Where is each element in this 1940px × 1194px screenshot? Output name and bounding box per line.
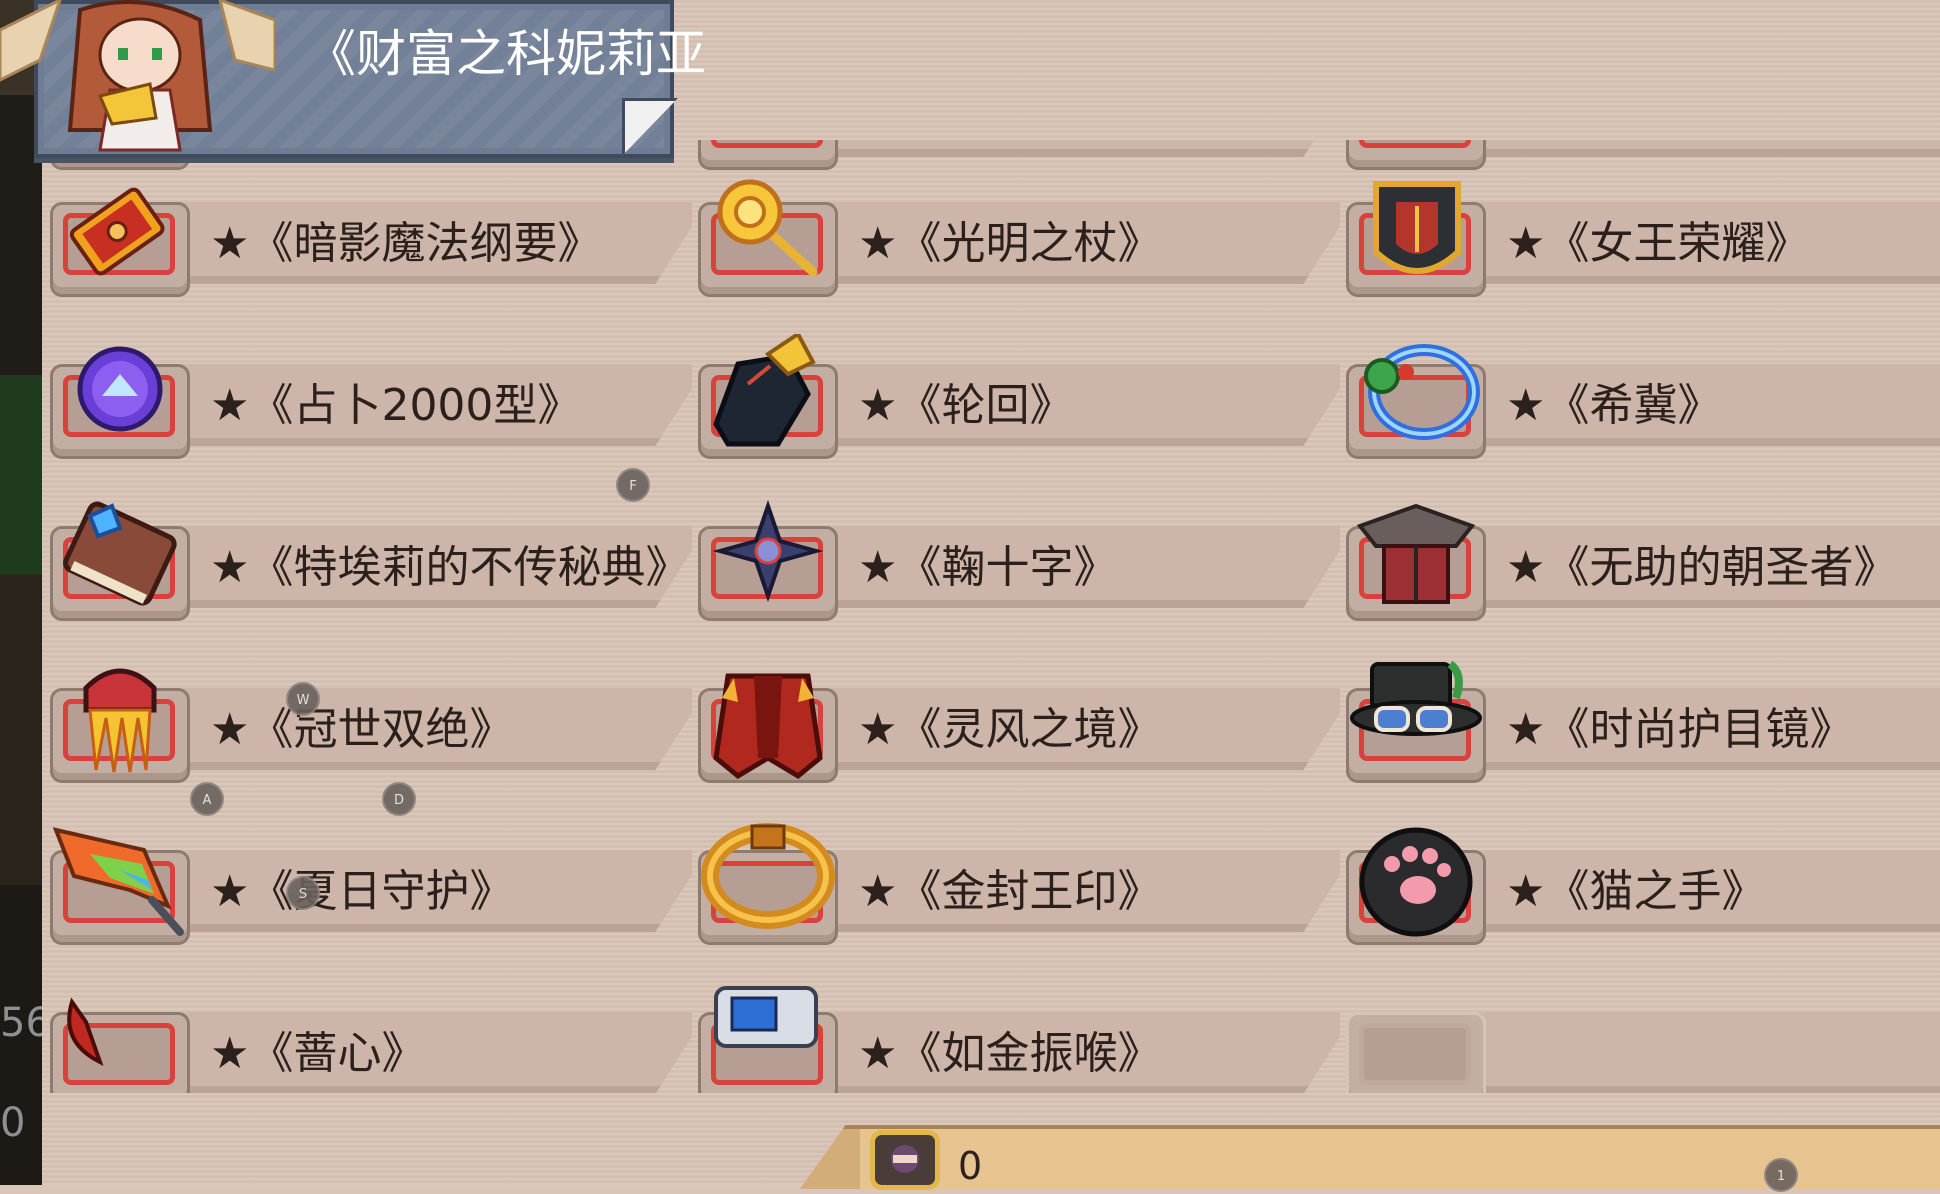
item-name: ★《暗影魔法纲要》 bbox=[210, 218, 602, 269]
item-card-rose-heart[interactable]: ★《蔷心》 bbox=[50, 982, 700, 1093]
red-scythe-icon bbox=[50, 982, 190, 1093]
slot-frame bbox=[711, 140, 823, 148]
item-row-6: ★《蔷心》 ★《如金振喉》 bbox=[42, 982, 1940, 1093]
key-hint-f: F bbox=[616, 468, 650, 502]
item-name: ★《女王荣耀》 bbox=[1506, 218, 1810, 269]
item-name: ★《灵风之境》 bbox=[858, 704, 1162, 755]
item-card-shadow-magic[interactable]: ★《暗影魔法纲要》 bbox=[50, 172, 700, 297]
item-row-4: ★《冠世双绝》 ★《灵风之境》 ★《时尚护目镜》 bbox=[42, 658, 1940, 783]
rainbow-blade-icon bbox=[50, 820, 190, 945]
item-name: ★《如金振喉》 bbox=[858, 1028, 1162, 1079]
gold-ring-icon bbox=[698, 820, 838, 945]
item-name: ★《占卜2000型》 bbox=[210, 380, 582, 431]
item-name: ★《光明之杖》 bbox=[858, 218, 1162, 269]
item-card-queens-glory[interactable]: ★《女王荣耀》 bbox=[1346, 172, 1940, 297]
item-card-hope[interactable]: ★《希冀》 bbox=[1346, 334, 1940, 459]
item-name: ★《时尚护目镜》 bbox=[1506, 704, 1854, 755]
item-name: ★《希冀》 bbox=[1506, 380, 1722, 431]
currency-amount: 0 bbox=[958, 1144, 983, 1188]
clawed-gauntlet-icon bbox=[698, 334, 838, 459]
item-card-peerless-duo[interactable]: ★《冠世双绝》 bbox=[50, 658, 700, 783]
item-card-secret-codex[interactable]: ★《特埃莉的不传秘典》 bbox=[50, 496, 700, 621]
key-hint-w: W bbox=[286, 682, 320, 716]
item-name: ★《夏日守护》 bbox=[210, 866, 514, 917]
item-card-golden-seal[interactable]: ★《金封王印》 bbox=[698, 820, 1348, 945]
item-name: ★《蔷心》 bbox=[210, 1028, 426, 1079]
item-card-fashion-goggles[interactable]: ★《时尚护目镜》 bbox=[1346, 658, 1940, 783]
left-side-strip: 56 0 bbox=[0, 0, 51, 1185]
item-card-summer-guard[interactable]: ★《夏日守护》 bbox=[50, 820, 700, 945]
item-name: ★《猫之手》 bbox=[1506, 866, 1766, 917]
item-row-3: ★《特埃莉的不传秘典》 ★《鞠十字》 ★《无助的朝圣者》 bbox=[42, 496, 1940, 621]
item-card[interactable] bbox=[698, 140, 1348, 170]
item-row-2: ★《占卜2000型》 ★《轮回》 ★《希冀》 bbox=[42, 334, 1940, 459]
key-hint-a: A bbox=[190, 782, 224, 816]
slot-frame bbox=[1359, 1023, 1471, 1085]
item-slot bbox=[698, 140, 838, 170]
goggles-hat-icon bbox=[1346, 658, 1486, 783]
item-grid[interactable]: ★《暗影魔法纲要》 ★《光明之杖》 ★《女王荣耀》 ★《占卜2000型》 ★《轮… bbox=[42, 140, 1940, 1093]
sun-staff-icon bbox=[698, 172, 838, 297]
cross-shuriken-icon bbox=[698, 496, 838, 621]
robot-head-icon bbox=[698, 982, 838, 1093]
item-name: ★《鞠十字》 bbox=[858, 542, 1118, 593]
slot-frame bbox=[1359, 140, 1471, 148]
item-name: ★《特埃莉的不传秘典》 bbox=[210, 542, 690, 593]
set-title: 《财富之科妮莉亚 bbox=[306, 25, 706, 83]
crystal-ball-icon bbox=[50, 334, 190, 459]
item-card[interactable] bbox=[1346, 140, 1940, 170]
spellbook-icon bbox=[50, 172, 190, 297]
item-name: ★《金封王印》 bbox=[858, 866, 1162, 917]
item-card-cross[interactable]: ★《鞠十字》 bbox=[698, 496, 1348, 621]
item-name: ★《冠世双绝》 bbox=[210, 704, 514, 755]
item-name bbox=[1506, 1024, 1940, 1084]
item-slot bbox=[1346, 140, 1486, 170]
key-hint-s: S bbox=[286, 876, 320, 910]
strip-number-b: 0 bbox=[0, 1100, 26, 1146]
samurai-armor-icon bbox=[1346, 496, 1486, 621]
item-slot bbox=[1346, 1012, 1486, 1093]
item-card-gold-shaker[interactable]: ★《如金振喉》 bbox=[698, 982, 1348, 1093]
royal-shield-icon bbox=[1346, 172, 1486, 297]
brown-tome-icon bbox=[50, 496, 190, 621]
key-hint-d: D bbox=[382, 782, 416, 816]
item-card-divination-2000[interactable]: ★《占卜2000型》 bbox=[50, 334, 700, 459]
item-card-empty[interactable] bbox=[1346, 982, 1940, 1093]
blue-ring-icon bbox=[1346, 334, 1486, 459]
key-hint-one: 1 bbox=[1764, 1158, 1798, 1192]
cornelia-portrait-icon bbox=[0, 0, 277, 158]
item-name: ★《无助的朝圣者》 bbox=[1506, 542, 1898, 593]
item-card-samsara[interactable]: ★《轮回》 bbox=[698, 334, 1348, 459]
item-row-1: ★《暗影魔法纲要》 ★《光明之杖》 ★《女王荣耀》 bbox=[42, 172, 1940, 297]
character-coin-icon bbox=[870, 1130, 940, 1190]
item-card-cat-paw[interactable]: ★《猫之手》 bbox=[1346, 820, 1940, 945]
item-name: ★《轮回》 bbox=[858, 380, 1074, 431]
item-row-5: ★《夏日守护》 ★《金封王印》 ★《猫之手》 bbox=[42, 820, 1940, 945]
item-card-helpless-pilgrim[interactable]: ★《无助的朝圣者》 bbox=[1346, 496, 1940, 621]
cat-paw-icon bbox=[1346, 820, 1486, 945]
item-card-spirit-wind[interactable]: ★《灵风之境》 bbox=[698, 658, 1348, 783]
red-cloak-icon bbox=[698, 658, 838, 783]
item-card-staff-of-light[interactable]: ★《光明之杖》 bbox=[698, 172, 1348, 297]
flame-helmet-icon bbox=[50, 658, 190, 783]
